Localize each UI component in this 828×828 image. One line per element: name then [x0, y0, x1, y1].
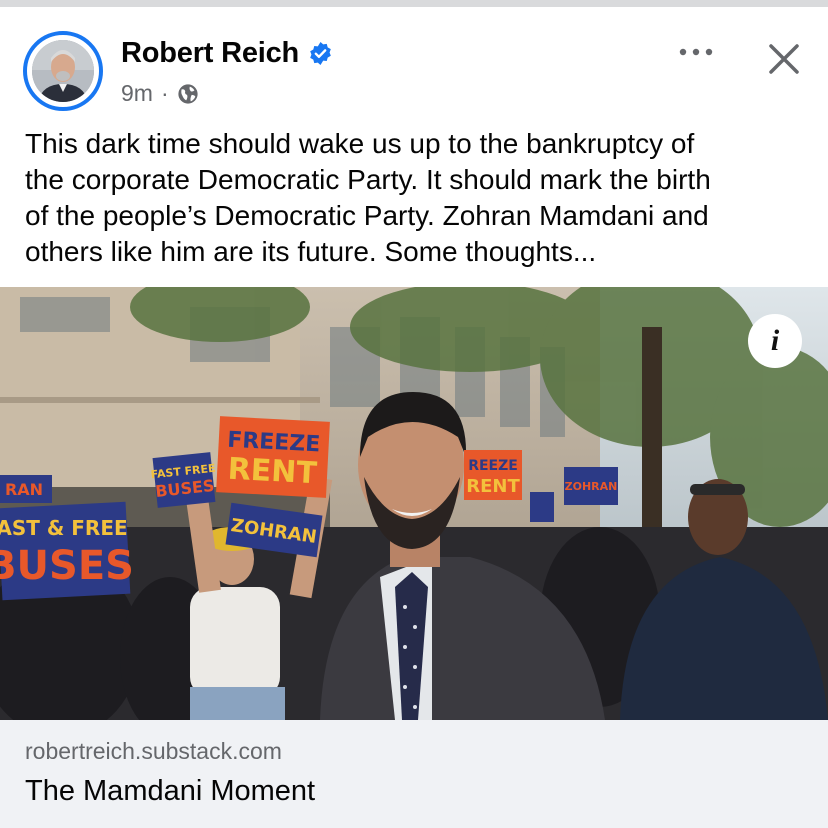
link-preview-image[interactable]: FREEZE RENT AST & FREE BUSES RAN FAST FR…: [0, 287, 828, 720]
avatar-photo: [32, 40, 94, 102]
svg-text:ZOHRAN: ZOHRAN: [565, 480, 618, 493]
post-text-line: This dark time should wake us up to the …: [25, 128, 695, 159]
globe-icon: [177, 83, 199, 105]
post-header: Robert Reich 9m ·: [0, 7, 828, 117]
author-name[interactable]: Robert Reich: [121, 37, 299, 70]
link-domain[interactable]: robertreich.substack.com: [25, 738, 282, 765]
close-icon: [769, 44, 799, 74]
svg-text:REEZE: REEZE: [468, 458, 518, 474]
close-button[interactable]: [764, 39, 804, 79]
post-text-line: others like him are its future. Some tho…: [25, 236, 597, 267]
svg-text:RENT: RENT: [227, 452, 318, 492]
more-options-button[interactable]: [676, 42, 716, 62]
svg-text:RAN: RAN: [5, 480, 43, 499]
meta-separator: ·: [160, 80, 169, 106]
svg-text:AST & FREE: AST & FREE: [0, 516, 128, 540]
link-preview-footer[interactable]: [0, 720, 828, 828]
post-time[interactable]: 9m: [121, 80, 153, 107]
post-text: This dark time should wake us up to the …: [25, 126, 815, 270]
link-title[interactable]: The Mamdani Moment: [25, 775, 315, 808]
post-text-line: of the people’s Democratic Party. Zohran…: [25, 200, 709, 231]
avatar[interactable]: [23, 31, 103, 111]
info-icon: i: [770, 324, 780, 357]
top-divider: [0, 0, 828, 7]
author-row: Robert Reich: [121, 37, 333, 70]
freeze-rent-sign: FREEZE RENT: [216, 416, 330, 498]
verified-badge-icon: [308, 41, 333, 66]
post-text-line: the corporate Democratic Party. It shoul…: [25, 164, 711, 195]
svg-text:RENT: RENT: [466, 476, 520, 497]
svg-text:BUSES: BUSES: [0, 543, 134, 589]
more-horizontal-icon: [679, 48, 713, 56]
info-button[interactable]: i: [748, 314, 802, 368]
post-meta: 9m ·: [121, 80, 199, 107]
